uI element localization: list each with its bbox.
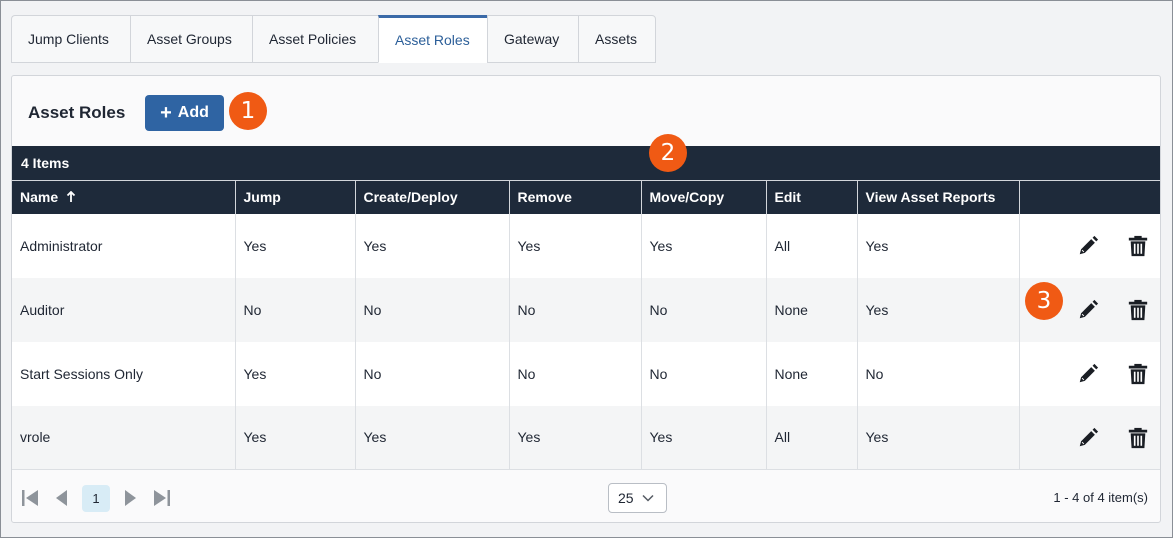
last-page-icon[interactable] [152, 488, 172, 508]
table-body: Administrator Yes Yes Yes Yes All Yes Auditor No… [12, 213, 1160, 470]
table-row[interactable]: Auditor No No No No None Yes [12, 277, 1160, 342]
tab-bar: Jump Clients Asset Groups Asset Policies… [11, 15, 656, 63]
cell-remove: Yes [508, 213, 641, 278]
asset-roles-table: Name Jump Create/Deploy Remove Move/Copy… [12, 180, 1160, 470]
cell-actions [1018, 405, 1160, 470]
cell-view-asset-reports: Yes [856, 277, 1019, 342]
table-row[interactable]: Administrator Yes Yes Yes Yes All Yes [12, 213, 1160, 278]
cell-edit: All [765, 213, 857, 278]
tab-asset-groups[interactable]: Asset Groups [130, 15, 252, 63]
pagination-bar: 1 25 1 - 4 of 4 item(s) [12, 476, 1160, 522]
cell-jump: No [234, 277, 355, 342]
pencil-icon[interactable] [1077, 362, 1099, 386]
cell-remove: Yes [508, 405, 641, 470]
cell-view-asset-reports: No [856, 341, 1019, 406]
table-header-row: Name Jump Create/Deploy Remove Move/Copy… [12, 180, 1160, 214]
tab-gateway[interactable]: Gateway [487, 15, 578, 63]
cell-remove: No [508, 277, 641, 342]
next-page-icon[interactable] [120, 488, 140, 508]
column-header-actions [1018, 180, 1160, 214]
cell-create-deploy: No [354, 341, 509, 406]
column-header-name[interactable]: Name [12, 180, 235, 214]
cell-create-deploy: No [354, 277, 509, 342]
page-size-select[interactable]: 25 [608, 483, 667, 513]
cell-view-asset-reports: Yes [856, 213, 1019, 278]
asset-roles-grid: 4 Items Name Jump Create/Deploy Remove M… [12, 134, 1160, 470]
column-header-name-label: Name [20, 189, 59, 206]
tab-jump-clients[interactable]: Jump Clients [11, 15, 130, 63]
pagination-range: 1 - 4 of 4 item(s) [1053, 490, 1148, 505]
page-title: Asset Roles [28, 103, 126, 122]
cell-actions [1018, 213, 1160, 278]
callout-badge-2: 2 [649, 134, 687, 172]
arrow-up-icon [66, 190, 76, 203]
add-button-label: Add [177, 104, 209, 121]
cell-edit: None [765, 277, 857, 342]
cell-move-copy: Yes [640, 405, 766, 470]
tab-asset-policies[interactable]: Asset Policies [252, 15, 378, 63]
column-header-jump[interactable]: Jump [234, 180, 355, 214]
cell-move-copy: Yes [640, 213, 766, 278]
asset-roles-panel: Asset Roles + Add 1 4 Items Name Jump Cr… [11, 75, 1161, 523]
item-count: 4 Items [21, 155, 70, 171]
callout-badge-3: 3 [1025, 282, 1063, 320]
add-button[interactable]: + Add [145, 95, 224, 131]
cell-jump: Yes [234, 405, 355, 470]
column-header-view-asset-reports[interactable]: View Asset Reports [856, 180, 1019, 214]
pencil-icon[interactable] [1077, 298, 1099, 322]
first-page-icon[interactable] [20, 488, 40, 508]
column-header-create-deploy[interactable]: Create/Deploy [354, 180, 509, 214]
cell-name: Auditor [20, 301, 65, 318]
app-frame: Jump Clients Asset Groups Asset Policies… [0, 0, 1173, 538]
item-count-bar: 4 Items [12, 146, 1160, 180]
previous-page-icon[interactable] [52, 488, 72, 508]
table-row[interactable]: Start Sessions Only Yes No No No None No [12, 341, 1160, 406]
cell-edit: None [765, 341, 857, 406]
trash-icon[interactable] [1127, 426, 1149, 450]
cell-view-asset-reports: Yes [856, 405, 1019, 470]
callout-badge-1: 1 [229, 92, 267, 130]
cell-jump: Yes [234, 341, 355, 406]
page-size-value: 25 [618, 490, 634, 506]
cell-actions [1018, 341, 1160, 406]
cell-jump: Yes [234, 213, 355, 278]
cell-create-deploy: Yes [354, 405, 509, 470]
chevron-down-icon [642, 494, 654, 502]
table-row[interactable]: vrole Yes Yes Yes Yes All Yes [12, 405, 1160, 470]
column-header-remove[interactable]: Remove [508, 180, 641, 214]
column-header-edit[interactable]: Edit [765, 180, 857, 214]
cell-edit: All [765, 405, 857, 470]
cell-name: Start Sessions Only [20, 365, 143, 382]
cell-move-copy: No [640, 277, 766, 342]
tab-asset-roles[interactable]: Asset Roles [378, 15, 487, 63]
cell-name: vrole [12, 405, 235, 470]
trash-icon[interactable] [1127, 362, 1149, 386]
cell-name: Administrator [20, 237, 103, 254]
pencil-icon[interactable] [1077, 234, 1099, 258]
column-header-move-copy[interactable]: Move/Copy [640, 180, 766, 214]
plus-icon: + [160, 102, 172, 124]
panel-header: Asset Roles + Add 1 [12, 92, 1160, 132]
cell-move-copy: No [640, 341, 766, 406]
cell-remove: No [508, 341, 641, 406]
cell-create-deploy: Yes [354, 213, 509, 278]
pencil-icon[interactable] [1077, 426, 1099, 450]
page-number-current[interactable]: 1 [82, 485, 110, 512]
tab-assets[interactable]: Assets [578, 15, 656, 63]
trash-icon[interactable] [1127, 298, 1149, 322]
trash-icon[interactable] [1127, 234, 1149, 258]
